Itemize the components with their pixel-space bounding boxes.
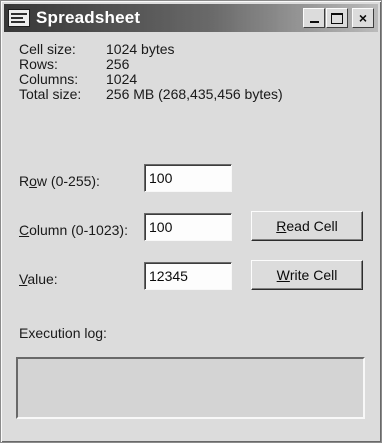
column-input[interactable] [144,213,232,241]
info-label: Columns: [19,71,79,87]
spreadsheet-app-icon[interactable] [8,9,30,27]
info-value: 1024 [106,71,138,87]
close-button[interactable]: × [352,8,374,28]
column-label-accelerator: C [19,222,30,238]
window-title: Spreadsheet [36,8,141,27]
execution-log-label: Execution log: [19,325,107,341]
info-label: Cell size: [19,41,76,57]
row-label-accelerator: o [29,173,37,189]
read-cell-button[interactable]: Read Cell [251,211,363,241]
maximize-button[interactable] [326,8,348,28]
info-value: 1024 bytes [106,41,175,57]
row-input[interactable] [144,164,232,192]
spreadsheet-window: Spreadsheet × Cell size: 1024 bytes Rows… [0,0,382,443]
minimize-button[interactable] [303,8,325,28]
info-label: Rows: [19,56,58,72]
info-value: 256 [106,56,130,72]
write-cell-button[interactable]: Write Cell [251,260,363,290]
column-label: Column (0-1023): [19,222,128,238]
value-input[interactable] [144,262,232,290]
execution-log-box[interactable] [16,357,365,419]
row-label: Row (0-255): [19,173,100,189]
title-bar[interactable]: Spreadsheet × [4,4,378,32]
info-value: 256 MB (268,435,456 bytes) [106,86,283,102]
value-label: Value: [19,271,58,287]
info-label: Total size: [19,86,82,102]
